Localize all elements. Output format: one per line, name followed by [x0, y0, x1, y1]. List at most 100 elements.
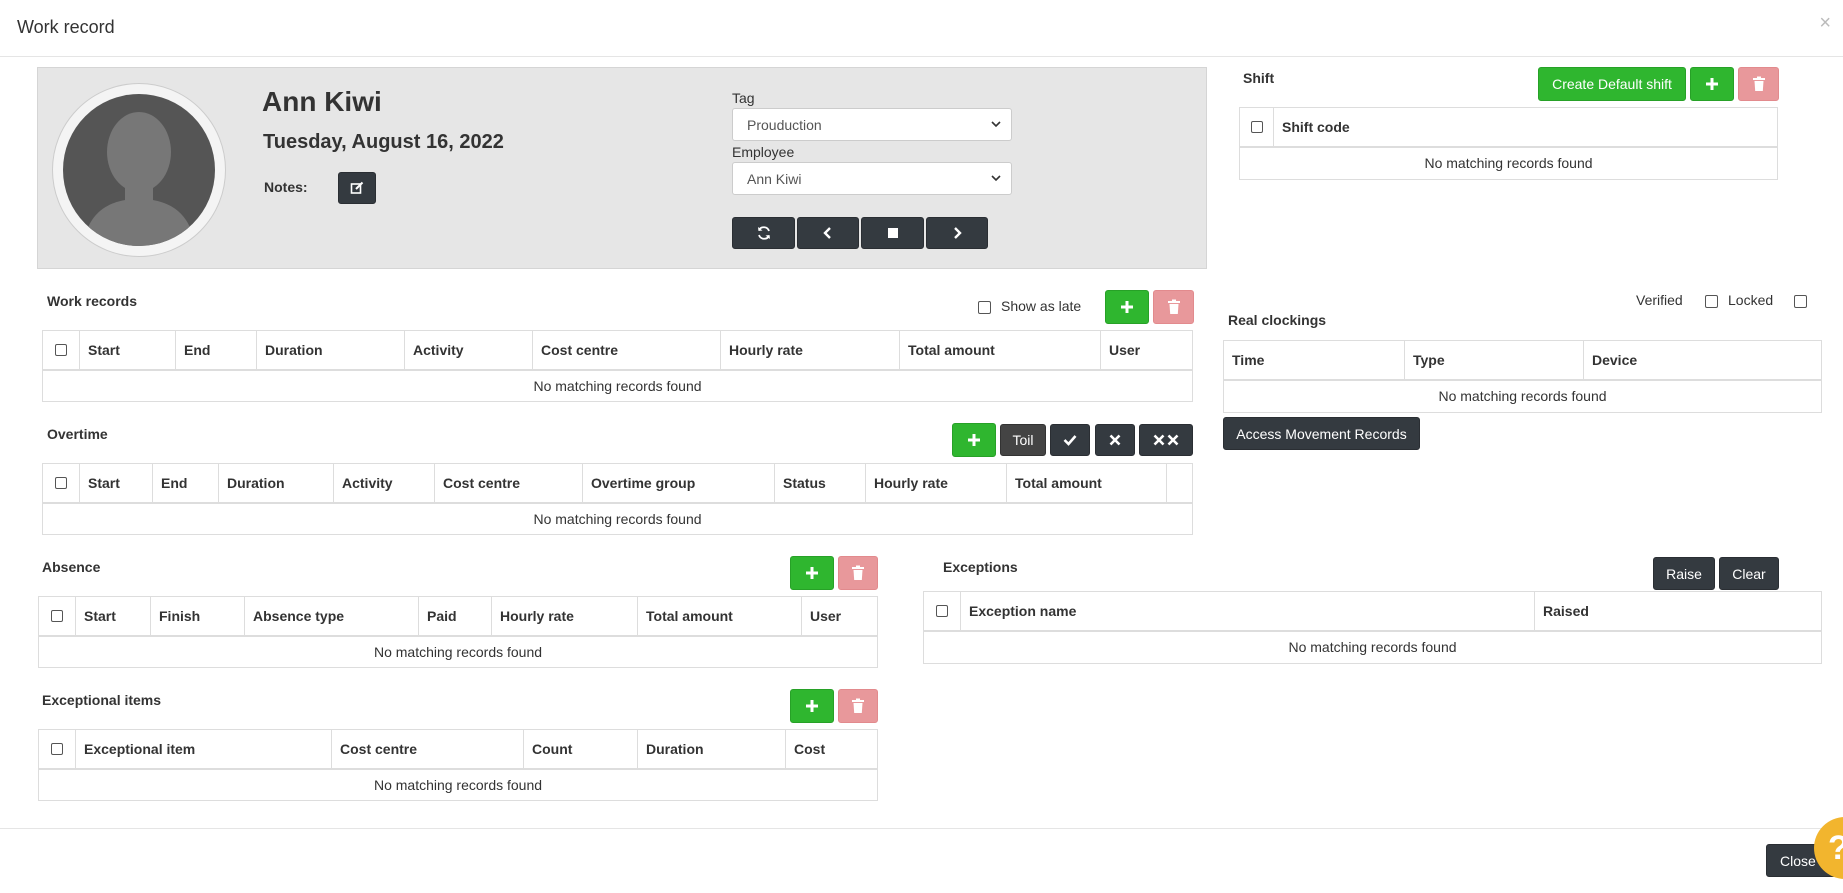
column-header[interactable]: Cost centre: [435, 464, 583, 502]
column-header[interactable]: Hourly rate: [492, 597, 638, 635]
column-header[interactable]: Raised: [1535, 592, 1821, 630]
column-header[interactable]: End: [176, 331, 257, 369]
reject-overtime-button[interactable]: [1095, 424, 1135, 456]
raise-exception-button[interactable]: Raise: [1653, 557, 1715, 590]
column-header[interactable]: Cost centre: [533, 331, 721, 369]
checkbox[interactable]: [51, 610, 63, 622]
column-header[interactable]: Duration: [257, 331, 405, 369]
select-all-checkbox[interactable]: [39, 597, 76, 635]
verified-checkbox[interactable]: [1705, 295, 1718, 308]
add-overtime-button[interactable]: [952, 423, 996, 457]
checkbox[interactable]: [1250, 121, 1263, 133]
exceptional-items-header: Exceptional item Cost centre Count Durat…: [39, 730, 877, 770]
empty-message: No matching records found: [533, 377, 702, 394]
add-exceptional-item-button[interactable]: [790, 689, 834, 723]
column-header[interactable]: End: [153, 464, 219, 502]
verified-label: Verified: [1636, 292, 1683, 308]
previous-button[interactable]: [797, 217, 859, 249]
column-header[interactable]: Hourly rate: [866, 464, 1007, 502]
delete-work-record-button[interactable]: [1153, 290, 1194, 324]
avatar-silhouette-icon: [63, 94, 215, 246]
column-header[interactable]: Total amount: [1007, 464, 1167, 502]
column-header[interactable]: Shift code: [1274, 108, 1777, 146]
checkbox[interactable]: [55, 344, 67, 356]
column-header[interactable]: Status: [775, 464, 866, 502]
column-header[interactable]: Activity: [405, 331, 533, 369]
column-header[interactable]: Start: [76, 597, 151, 635]
plus-icon: [968, 434, 980, 446]
column-header[interactable]: Exceptional item: [76, 730, 332, 768]
column-header[interactable]: Activity: [334, 464, 435, 502]
column-header[interactable]: Cost centre: [332, 730, 524, 768]
toil-button[interactable]: Toil: [1000, 424, 1046, 456]
overtime-table: Start End Duration Activity Cost centre …: [42, 463, 1193, 535]
delete-absence-button[interactable]: [838, 556, 878, 590]
absence-header: Start Finish Absence type Paid Hourly ra…: [39, 597, 877, 637]
overtime-header: Start End Duration Activity Cost centre …: [43, 464, 1192, 504]
close-icon[interactable]: ×: [1819, 12, 1831, 35]
show-as-late-checkbox[interactable]: [978, 301, 991, 314]
plus-icon: [806, 567, 818, 579]
column-header[interactable]: Count: [524, 730, 638, 768]
empty-message: No matching records found: [1424, 154, 1593, 171]
checkbox[interactable]: [936, 605, 948, 617]
plus-icon: [1706, 78, 1718, 90]
column-header[interactable]: Device: [1584, 341, 1821, 379]
column-header[interactable]: Start: [80, 464, 153, 502]
add-shift-button[interactable]: [1690, 67, 1734, 101]
column-header[interactable]: Paid: [419, 597, 492, 635]
add-work-record-button[interactable]: [1105, 290, 1149, 324]
shift-table-header: Shift code: [1240, 108, 1777, 148]
column-header[interactable]: Exception name: [961, 592, 1535, 630]
select-all-checkbox[interactable]: [43, 331, 80, 369]
column-header[interactable]: Absence type: [245, 597, 419, 635]
edit-notes-button[interactable]: [338, 172, 376, 204]
column-header[interactable]: Cost: [786, 730, 877, 768]
stop-button[interactable]: [861, 217, 924, 249]
next-button[interactable]: [926, 217, 988, 249]
stop-icon: [887, 228, 898, 238]
checkbox[interactable]: [51, 743, 63, 755]
trash-icon: [852, 565, 864, 580]
column-header[interactable]: Duration: [638, 730, 786, 768]
access-movement-records-button[interactable]: Access Movement Records: [1223, 417, 1420, 450]
select-all-checkbox[interactable]: [43, 464, 80, 502]
delete-exceptional-item-button[interactable]: [838, 689, 878, 723]
double-close-icon: [1153, 434, 1179, 446]
column-header[interactable]: Start: [80, 331, 176, 369]
close-icon: [1109, 434, 1121, 446]
tag-label: Tag: [732, 90, 755, 106]
column-header[interactable]: User: [802, 597, 877, 635]
column-header[interactable]: Hourly rate: [721, 331, 900, 369]
employee-select[interactable]: Ann Kiwi: [732, 162, 1012, 195]
trash-icon: [1167, 299, 1180, 314]
column-header[interactable]: User: [1101, 331, 1192, 369]
add-absence-button[interactable]: [790, 556, 834, 590]
trash-icon: [852, 698, 864, 713]
column-header[interactable]: Duration: [219, 464, 334, 502]
question-icon: ?: [1828, 829, 1843, 868]
delete-shift-button[interactable]: [1738, 67, 1779, 101]
select-all-checkbox[interactable]: [39, 730, 76, 768]
locked-checkbox[interactable]: [1794, 295, 1807, 308]
reject-all-overtime-button[interactable]: [1139, 424, 1193, 456]
column-header[interactable]: Total amount: [900, 331, 1101, 369]
column-header[interactable]: Total amount: [638, 597, 802, 635]
chevron-right-icon: [954, 227, 962, 239]
column-header[interactable]: Type: [1405, 341, 1584, 379]
clear-exception-button[interactable]: Clear: [1719, 557, 1779, 590]
tag-select[interactable]: Prouduction: [732, 108, 1012, 141]
select-all-checkbox[interactable]: [1240, 108, 1274, 146]
check-icon: [1063, 435, 1077, 446]
shift-title: Shift: [1243, 70, 1275, 86]
refresh-button[interactable]: [732, 217, 795, 249]
column-header[interactable]: Finish: [151, 597, 245, 635]
column-header[interactable]: Time: [1224, 341, 1405, 379]
employee-label: Employee: [732, 144, 795, 160]
create-default-shift-button[interactable]: Create Default shift: [1538, 67, 1686, 101]
select-all-checkbox[interactable]: [924, 592, 961, 630]
column-header[interactable]: Overtime group: [583, 464, 775, 502]
approve-overtime-button[interactable]: [1050, 424, 1090, 456]
work-records-header: Start End Duration Activity Cost centre …: [43, 331, 1192, 371]
checkbox[interactable]: [55, 477, 67, 489]
